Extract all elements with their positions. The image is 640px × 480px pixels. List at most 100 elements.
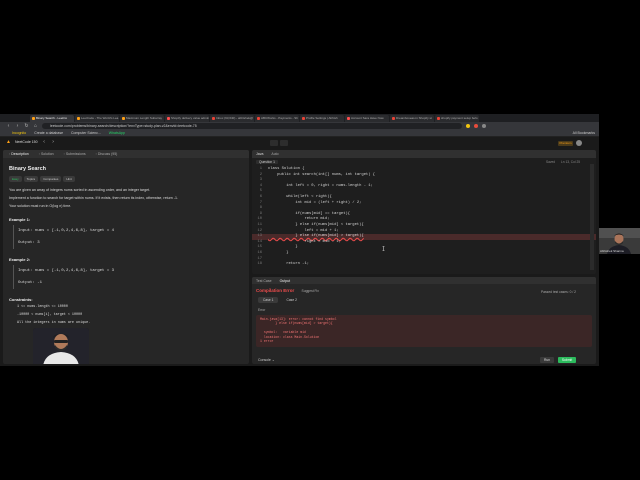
description-panel: Description Solution Submissions Discuss… bbox=[3, 150, 249, 364]
example-input: Input: nums = [-1,0,2,4,6,8], target = 4 bbox=[18, 229, 115, 233]
code-line[interactable]: 18 return -1; bbox=[252, 262, 596, 268]
browser-tab-label: shopify payment setup befo bbox=[441, 116, 478, 120]
tab-discuss[interactable]: Discuss (95) bbox=[96, 152, 117, 156]
extension-icon[interactable] bbox=[474, 124, 478, 128]
profile-icon[interactable] bbox=[482, 124, 486, 128]
favicon-icon bbox=[77, 117, 80, 120]
browser-tab[interactable]: LeetCode - The World's Lea bbox=[75, 115, 119, 122]
hint-tag[interactable]: Hint bbox=[63, 176, 75, 182]
code-text: int left = 0, right = nums.length - 1; bbox=[268, 183, 373, 188]
description-paragraph: Implement a function to search for targe… bbox=[9, 196, 178, 200]
chevron-left-icon[interactable]: ‹ bbox=[42, 138, 47, 146]
browser-tab-label: Inbox (93,640) - abhishek@ bbox=[216, 116, 254, 120]
difficulty-badge: Easy bbox=[9, 176, 22, 182]
browser-tab[interactable]: Maximum Length Subarray bbox=[120, 115, 164, 122]
console-footer: Console ⌄ Run Submit bbox=[252, 355, 596, 364]
browser-tab-label: Dreamboxeas.in Shopify st bbox=[396, 116, 432, 120]
premium-button[interactable]: Premium bbox=[558, 141, 573, 146]
error-output: Main.java[13]: error: cannot find symbol… bbox=[256, 315, 592, 347]
tab-description[interactable]: Description bbox=[9, 152, 29, 156]
example-output: Output: 3 bbox=[18, 241, 40, 245]
description-tabs: Description Solution Submissions Discuss… bbox=[3, 150, 249, 158]
problem-list-link[interactable]: NeetCode 150 bbox=[15, 140, 38, 144]
browser-tab[interactable]: Binary Search - LeetCo bbox=[30, 115, 74, 122]
all-bookmarks[interactable]: All Bookmarks bbox=[573, 131, 595, 135]
submit-button[interactable]: Submit bbox=[558, 357, 576, 363]
example-title: Example 1: bbox=[9, 217, 31, 222]
test-result-panel: Test Case Output Compilation Error Sugge… bbox=[252, 277, 596, 364]
browser-tab-strip: Binary Search - LeetCo LeetCode - The Wor… bbox=[0, 114, 599, 122]
auto-label[interactable]: Auto bbox=[271, 152, 278, 156]
browser-tab[interactable]: Inbox (93,640) - abhishek@ bbox=[210, 115, 254, 122]
favicon-icon bbox=[392, 117, 395, 120]
tab-submissions[interactable]: Submissions bbox=[64, 152, 86, 156]
case-tabs: Case 1 Case 2 bbox=[252, 293, 596, 303]
reload-icon[interactable]: ↻ bbox=[24, 122, 29, 130]
home-icon[interactable]: ⌂ bbox=[33, 122, 38, 130]
presenter-webcam bbox=[33, 328, 89, 364]
text-cursor-icon bbox=[382, 246, 385, 251]
browser-tab[interactable]: Profile Settings | Abhish bbox=[300, 115, 344, 122]
description-paragraph: You are given an array of integers nums … bbox=[9, 188, 151, 192]
companies-tag[interactable]: Companies bbox=[40, 176, 62, 182]
browser-tab[interactable]: Shopify delivery value admin bbox=[165, 115, 209, 122]
participant-video: Abhishek Sharma bbox=[599, 228, 640, 254]
suggest-fix-link[interactable]: Suggest Fix bbox=[302, 289, 319, 293]
topics-tag[interactable]: Topics bbox=[23, 176, 39, 182]
passed-count: Passed test cases: 0 / 2 bbox=[540, 290, 576, 294]
line-number: 18 bbox=[257, 262, 262, 267]
forward-icon[interactable]: › bbox=[15, 122, 20, 130]
browser-tab-label: Shopify delivery value admin bbox=[171, 116, 209, 120]
browser-tab[interactable]: Account Sara Have Now bbox=[345, 115, 389, 122]
example-block: Input: nums = [-1,0,2,4,6,8], target = 4… bbox=[13, 225, 243, 249]
extension-icon[interactable] bbox=[466, 124, 470, 128]
code-text: public int search(int[] nums, int target… bbox=[268, 172, 376, 177]
favicon-icon bbox=[257, 117, 260, 120]
bookmark-item[interactable]: WhatsApp bbox=[109, 131, 125, 135]
case-tab[interactable]: Case 1 bbox=[258, 297, 279, 303]
back-icon[interactable]: ‹ bbox=[6, 122, 11, 130]
bookmark-item[interactable]: Create a database bbox=[34, 131, 63, 135]
console-toggle[interactable]: Console ⌄ bbox=[258, 358, 275, 362]
bookmarks-bar: Incognito Create a database Computer Sci… bbox=[0, 130, 599, 137]
browser-tab[interactable]: Dreamboxeas.in Shopify st bbox=[390, 115, 434, 122]
debug-button[interactable] bbox=[270, 140, 278, 146]
bookmark-item[interactable]: Computer Scienc... bbox=[71, 131, 101, 135]
code-text: } bbox=[268, 250, 289, 255]
language-select[interactable]: Question 1 bbox=[256, 159, 278, 164]
tab-output[interactable]: Output bbox=[280, 279, 291, 283]
play-button[interactable] bbox=[280, 140, 288, 146]
browser-tab-label: LeetCode - The World's Lea bbox=[81, 116, 119, 120]
run-button[interactable]: Run bbox=[540, 357, 554, 363]
example-title: Example 2: bbox=[9, 257, 31, 262]
constraint-item: -10000 < nums[i], target < 10000 bbox=[17, 313, 83, 317]
browser-tab[interactable]: shopify payment setup befo bbox=[435, 115, 479, 122]
description-paragraph: Your solution must run in O(log n) time. bbox=[9, 204, 72, 208]
participant-name: Abhishek Sharma bbox=[600, 249, 624, 253]
screen-share: Binary Search - LeetCo LeetCode - The Wor… bbox=[0, 114, 599, 366]
editor-toolbar: Question 1 Saved Ln 13, Col 25 bbox=[252, 158, 596, 165]
browser-tab-label: Binary Search - LeetCo bbox=[36, 116, 68, 120]
browser-tab[interactable]: ABCWorks - Payments - Sh bbox=[255, 115, 299, 122]
avatar[interactable] bbox=[576, 140, 582, 146]
favicon-icon bbox=[167, 117, 170, 120]
constraints-title: Constraints: bbox=[9, 297, 33, 302]
browser-tab-label: Profile Settings | Abhish bbox=[306, 116, 338, 120]
error-label: Error bbox=[258, 308, 266, 312]
tab-solution[interactable]: Solution bbox=[39, 152, 54, 156]
page-title: Binary Search bbox=[9, 166, 46, 172]
tab-code[interactable]: Java bbox=[256, 152, 263, 156]
tab-test-case[interactable]: Test Case bbox=[256, 279, 272, 283]
browser-tab-label: ABCWorks - Payments - Sh bbox=[261, 116, 298, 120]
case-tab[interactable]: Case 2 bbox=[281, 297, 301, 303]
bookmark-item[interactable]: Incognito bbox=[12, 131, 26, 135]
chevron-right-icon[interactable]: › bbox=[51, 138, 56, 146]
leetcode-logo-icon[interactable]: ▲ bbox=[6, 138, 11, 146]
error-line: 1 error bbox=[260, 339, 274, 344]
editor-scrollbar[interactable] bbox=[590, 164, 594, 270]
browser-tab-label: Maximum Length Subarray bbox=[126, 116, 163, 120]
favicon-icon bbox=[347, 117, 350, 120]
cursor-position: Ln 13, Col 25 bbox=[561, 159, 580, 164]
url-input[interactable]: leetcode.com/problems/binary-search/desc… bbox=[42, 123, 462, 129]
code-editor[interactable]: Java Auto Question 1 Saved Ln 13, Col 25… bbox=[252, 150, 596, 274]
